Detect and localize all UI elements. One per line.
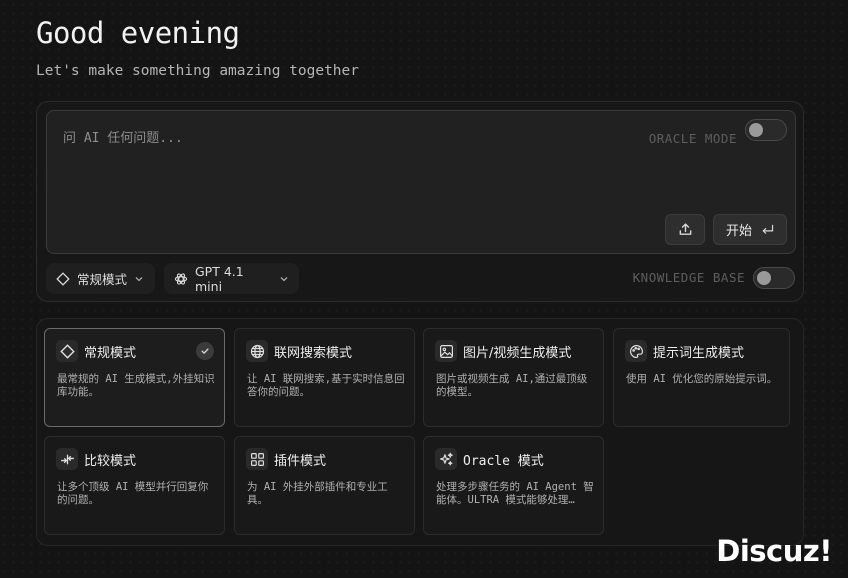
start-button-label: 开始 [725, 224, 752, 239]
prompt-input[interactable] [63, 131, 583, 146]
mode-card-title: 图片/视频生成模式 [463, 346, 572, 361]
mode-card-title: Oracle 模式 [463, 454, 544, 469]
modes-panel: 常规模式 最常规的 AI 生成模式,外挂知识库功能。 联网搜索模式 让 AI 联… [36, 318, 804, 546]
model-selector[interactable]: GPT 4.1 mini [164, 263, 299, 294]
mode-card-prompt-generation[interactable]: 提示词生成模式 使用 AI 优化您的原始提示词。 [613, 328, 790, 427]
mode-card-title: 比较模式 [84, 454, 137, 469]
mode-card-web-search[interactable]: 联网搜索模式 让 AI 联网搜索,基于实时信息回答你的问题。 [234, 328, 415, 427]
mode-card-image-video[interactable]: 图片/视频生成模式 图片或视频生成 AI,通过最顶级的模型。 [423, 328, 604, 427]
enter-key-icon [761, 224, 774, 235]
upload-button[interactable] [665, 214, 705, 245]
greeting-title: Good evening [36, 16, 240, 50]
chevron-down-icon [279, 274, 289, 284]
mode-card-description: 处理多步骤任务的 AI Agent 智能体。ULTRA 模式能够处理… [436, 481, 594, 506]
mode-card-description: 让 AI 联网搜索,基于实时信息回答你的问题。 [247, 373, 405, 398]
mode-selector[interactable]: 常规模式 [46, 263, 155, 294]
mode-card-description: 让多个顶级 AI 模型并行回复你的问题。 [57, 481, 209, 506]
prompt-box: ORACLE MODE 开始 [46, 110, 796, 254]
oracle-mode-label: ORACLE MODE [648, 131, 737, 146]
upload-icon [678, 222, 693, 237]
mode-selector-label: 常规模式 [77, 272, 128, 287]
globe-icon [246, 340, 268, 362]
knowledge-base-label: KNOWLEDGE BASE [632, 270, 745, 285]
mode-card-description: 图片或视频生成 AI,通过最顶级的模型。 [436, 373, 588, 398]
mode-card-oracle[interactable]: Oracle 模式 处理多步骤任务的 AI Agent 智能体。ULTRA 模式… [423, 436, 604, 535]
mode-card-title: 插件模式 [274, 454, 327, 469]
mode-card-regular[interactable]: 常规模式 最常规的 AI 生成模式,外挂知识库功能。 [44, 328, 225, 427]
mode-card-description: 最常规的 AI 生成模式,外挂知识库功能。 [57, 373, 215, 398]
diamond-icon [56, 340, 78, 362]
mode-card-title: 联网搜索模式 [274, 346, 353, 361]
mode-card-title: 常规模式 [84, 346, 137, 361]
mode-card-title: 提示词生成模式 [653, 346, 745, 361]
oracle-mode-toggle[interactable] [745, 119, 787, 141]
compare-arrows-icon [56, 448, 78, 470]
palette-icon [625, 340, 647, 362]
greeting-subtitle: Let's make something amazing together [36, 63, 360, 79]
mode-card-plugins[interactable]: 插件模式 为 AI 外挂外部插件和专业工具。 [234, 436, 415, 535]
model-selector-label: GPT 4.1 mini [195, 263, 244, 294]
diamond-icon [56, 271, 70, 286]
sparkles-icon [435, 448, 457, 470]
mode-card-description: 为 AI 外挂外部插件和专业工具。 [247, 481, 388, 506]
grid-icon [246, 448, 268, 470]
discuz-watermark: Discuz! [716, 534, 832, 568]
openai-logo-icon [174, 272, 188, 286]
start-button[interactable]: 开始 [713, 214, 787, 245]
prompt-panel: ORACLE MODE 开始 常规模式 [36, 101, 804, 302]
chevron-down-icon [134, 274, 144, 284]
checkmark-icon [196, 342, 214, 360]
image-icon [435, 340, 457, 362]
mode-card-description: 使用 AI 优化您的原始提示词。 [626, 373, 778, 385]
knowledge-base-toggle[interactable] [753, 267, 795, 289]
mode-card-compare[interactable]: 比较模式 让多个顶级 AI 模型并行回复你的问题。 [44, 436, 225, 535]
